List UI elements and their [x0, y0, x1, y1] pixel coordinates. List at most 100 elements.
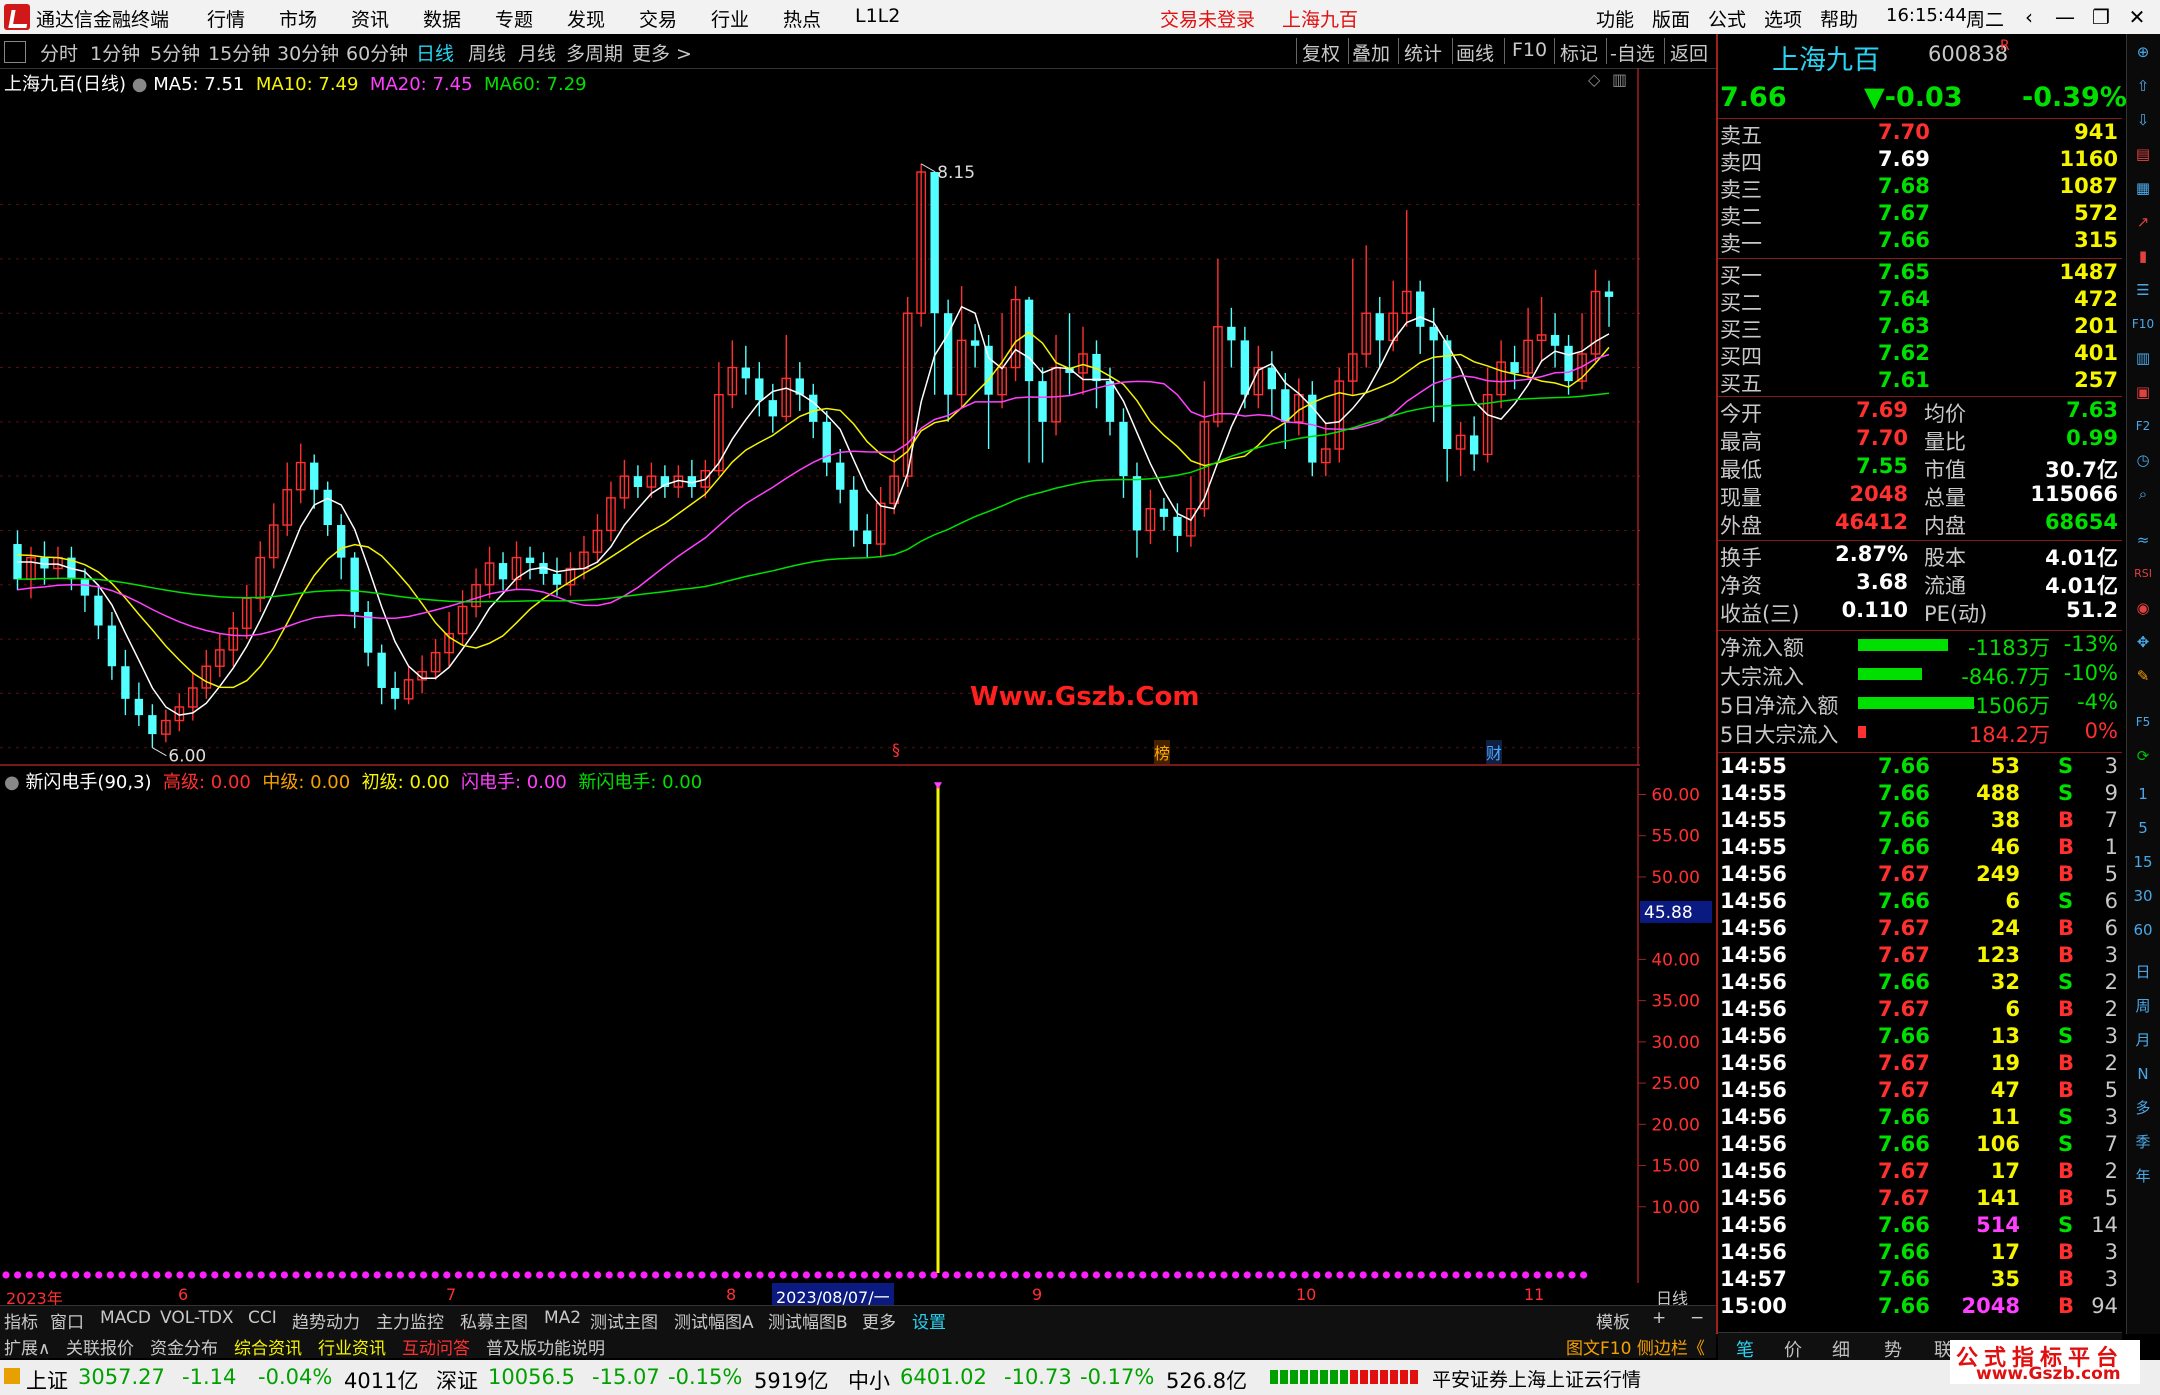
period-week[interactable]: 周 [2131, 994, 2155, 1018]
bid-row[interactable]: 买四 7.62 401 [1718, 341, 2122, 369]
period-n[interactable]: N [2131, 1062, 2155, 1086]
menu-gongshi[interactable]: 公式 [1708, 5, 1746, 32]
ptab-bi[interactable]: 笔 [1736, 1336, 1754, 1362]
restore-icon[interactable]: ❐ [2084, 2, 2118, 32]
ask-row[interactable]: 卖一 7.66 315 [1718, 228, 2122, 256]
period-30min[interactable]: 30分钟 [277, 39, 339, 66]
list-icon[interactable]: ☰ [2131, 278, 2155, 302]
close-icon[interactable]: ✕ [2120, 2, 2154, 32]
login-status[interactable]: 交易未登录 [1160, 5, 1255, 32]
tab-ceshifutub[interactable]: 测试幅图B [768, 1308, 848, 1333]
tab2-zonghezixun[interactable]: 综合资讯 [234, 1334, 302, 1359]
zixuan-button[interactable]: -自选 [1610, 39, 1655, 66]
bid-row[interactable]: 买三 7.63 201 [1718, 314, 2122, 342]
indicator-panel[interactable]: ● 新闪电手(90,3) 高级: 0.00 中级: 0.00 初级: 0.00 … [0, 768, 1712, 1283]
bid-row[interactable]: 买二 7.64 472 [1718, 287, 2122, 315]
tab-remove-icon[interactable]: − [1690, 1308, 1704, 1328]
menu-redian[interactable]: 热点 [783, 5, 821, 32]
menu-banmian[interactable]: 版面 [1652, 5, 1690, 32]
menu-shuju[interactable]: 数据 [423, 5, 461, 32]
chart-icon[interactable]: ▤ [2131, 142, 2155, 166]
period-60min[interactable]: 60分钟 [346, 39, 408, 66]
tab2-tuwen-f10[interactable]: 图文F10 侧边栏《 [1566, 1334, 1705, 1359]
period-quarter[interactable]: 季 [2131, 1130, 2155, 1154]
down-arrow-icon[interactable]: ⇩ [2131, 108, 2155, 132]
menu-bangzhu[interactable]: 帮助 [1820, 5, 1858, 32]
period-5min[interactable]: 5分钟 [150, 39, 200, 66]
period-30[interactable]: 30 [2131, 884, 2155, 908]
tab2-guanlianbaojia[interactable]: 关联报价 [66, 1334, 134, 1359]
index-item[interactable]: 中小 6401.02 -10.73 -0.17% 526.8亿 [848, 1360, 1248, 1395]
menu-zhuanti[interactable]: 专题 [495, 5, 533, 32]
tab-add-icon[interactable]: + [1652, 1308, 1666, 1328]
ask-row[interactable]: 卖四 7.69 1160 [1718, 147, 2122, 175]
up-arrow-icon[interactable]: ⇧ [2131, 74, 2155, 98]
biaoji-button[interactable]: 标记 [1560, 39, 1598, 66]
bell-icon[interactable]: ◉ [2131, 596, 2155, 620]
index-item[interactable]: 深证 10056.5 -15.07 -0.15% 5919亿 [436, 1360, 836, 1395]
ptab-xi[interactable]: 细 [1832, 1336, 1850, 1362]
tab-cci[interactable]: CCI [248, 1308, 277, 1328]
tab-ceshizhutu[interactable]: 测试主图 [590, 1308, 658, 1333]
menu-xuanxiang[interactable]: 选项 [1764, 5, 1802, 32]
period-weekly[interactable]: 周线 [468, 39, 506, 66]
fuquan-button[interactable]: 复权 [1302, 39, 1340, 66]
tab2-hudongwenda[interactable]: 互动问答 [402, 1334, 470, 1359]
period-60[interactable]: 60 [2131, 918, 2155, 942]
menu-shichang[interactable]: 市场 [279, 5, 317, 32]
f5-icon[interactable]: F5 [2131, 710, 2155, 734]
tongji-button[interactable]: 统计 [1404, 39, 1442, 66]
period-month[interactable]: 月 [2131, 1028, 2155, 1052]
period-year[interactable]: 年 [2131, 1164, 2155, 1188]
tab-qushidongli[interactable]: 趋势动力 [292, 1308, 360, 1333]
trend-icon[interactable]: ↗ [2131, 210, 2155, 234]
period-multi-side[interactable]: 多 [2131, 1096, 2155, 1120]
move-icon[interactable]: ✥ [2131, 630, 2155, 654]
huaxian-button[interactable]: 画线 [1456, 39, 1494, 66]
ask-row[interactable]: 卖三 7.68 1087 [1718, 174, 2122, 202]
ptab-jia[interactable]: 价 [1784, 1336, 1802, 1362]
table-icon[interactable]: ▦ [2131, 176, 2155, 200]
period-15[interactable]: 15 [2131, 850, 2155, 874]
bid-row[interactable]: 买一 7.65 1487 [1718, 260, 2122, 288]
index-item[interactable]: 上证 3057.27 -1.14 -0.04% 4011亿 [26, 1360, 426, 1395]
search-icon[interactable]: ⌕ [2131, 482, 2155, 506]
candle-icon[interactable]: ▮ [2131, 244, 2155, 268]
rsi-icon[interactable]: RSI [2131, 562, 2155, 586]
period-more[interactable]: 更多 > [632, 39, 692, 66]
tab2-pujiban[interactable]: 普及版功能说明 [486, 1334, 605, 1359]
tab2-hangyezixun[interactable]: 行业资讯 [318, 1334, 386, 1359]
tab-simuzhutu[interactable]: 私募主图 [460, 1308, 528, 1333]
back-arrow-icon[interactable]: ‹ [2012, 2, 2046, 32]
tab2-kuozhan[interactable]: 扩展∧ [4, 1334, 50, 1359]
marker-cai[interactable]: 财 [1486, 740, 1503, 764]
tab-muban[interactable]: 模板 [1596, 1308, 1630, 1333]
period-daily[interactable]: 日线 [416, 39, 454, 66]
diejia-button[interactable]: 叠加 [1352, 39, 1390, 66]
ask-row[interactable]: 卖二 7.67 572 [1718, 201, 2122, 229]
tab-chuangkou[interactable]: 窗口 [50, 1308, 84, 1333]
tab-ma2[interactable]: MA2 [544, 1308, 581, 1328]
ptab-shi[interactable]: 势 [1884, 1336, 1902, 1362]
tab2-zijinfenbu[interactable]: 资金分布 [150, 1334, 218, 1359]
minimize-icon[interactable]: — [2048, 2, 2082, 32]
period-monthly[interactable]: 月线 [518, 39, 556, 66]
tab-zhulijiankong[interactable]: 主力监控 [376, 1308, 444, 1333]
menu-zixun[interactable]: 资讯 [351, 5, 389, 32]
marker-s[interactable]: § [892, 740, 900, 759]
ask-row[interactable]: 卖五 7.70 941 [1718, 120, 2122, 148]
menu-hangqing[interactable]: 行情 [207, 5, 245, 32]
period-5[interactable]: 5 [2131, 816, 2155, 840]
status-icon[interactable] [4, 1368, 20, 1384]
f2-icon[interactable]: F2 [2131, 414, 2155, 438]
menu-faxian[interactable]: 发现 [567, 5, 605, 32]
tab-ceshifutua[interactable]: 测试幅图A [674, 1308, 754, 1333]
tab-gengduo[interactable]: 更多 [862, 1308, 896, 1333]
menu-l1l2[interactable]: L1L2 [855, 5, 900, 27]
fanhui-button[interactable]: 返回 [1670, 39, 1708, 66]
server-name[interactable]: 平安证券上海上证云行情 [1432, 1365, 1641, 1392]
menu-gongneng[interactable]: 功能 [1596, 5, 1634, 32]
bid-row[interactable]: 买五 7.61 257 [1718, 368, 2122, 396]
menu-jiaoyi[interactable]: 交易 [639, 5, 677, 32]
tab-macd[interactable]: MACD [100, 1308, 151, 1328]
